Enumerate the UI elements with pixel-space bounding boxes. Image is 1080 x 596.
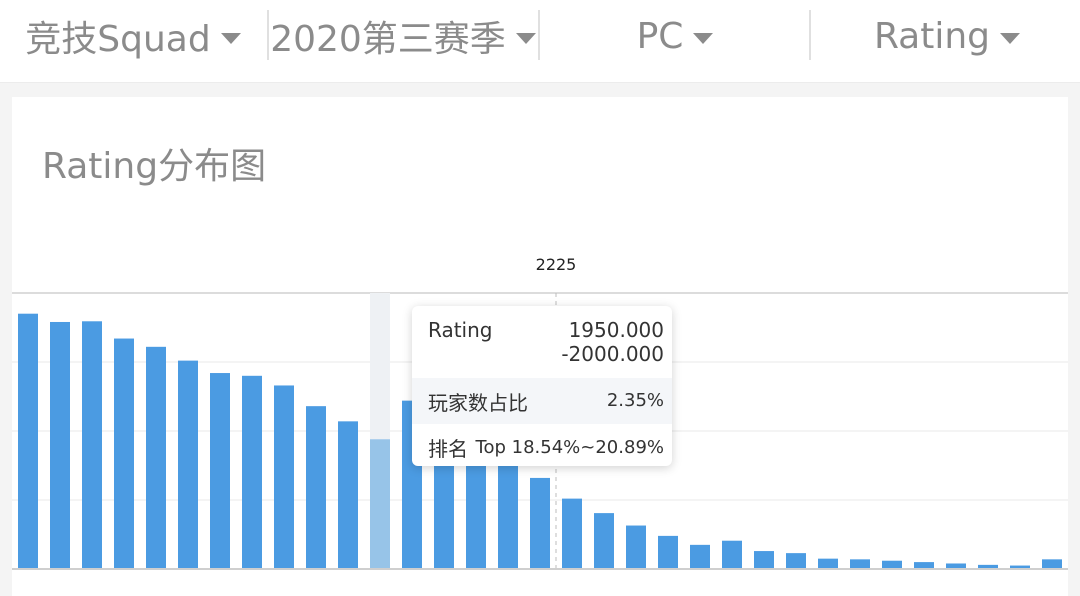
bar	[786, 553, 806, 569]
bar	[306, 406, 326, 569]
tooltip-rating-row: Rating 1950.000 -2000.000	[412, 306, 672, 378]
bar	[274, 385, 294, 569]
caret-down-icon	[220, 32, 241, 44]
bar-tooltip: Rating 1950.000 -2000.000 玩家数占比 2.35% 排名…	[412, 306, 672, 466]
bar	[1042, 559, 1062, 569]
bar	[594, 513, 614, 569]
tooltip-share-label: 玩家数占比	[428, 391, 528, 415]
filter-divider	[538, 10, 540, 60]
bar	[530, 477, 550, 569]
bar	[850, 559, 870, 569]
season-filter-dropdown[interactable]: 2020第三赛季	[270, 0, 536, 72]
caret-down-icon	[1000, 32, 1021, 44]
filter-bar: 竞技Squad 2020第三赛季 PC Rating	[0, 0, 1080, 83]
tooltip-rank-value: Top 18.54%~20.89%	[475, 437, 664, 458]
platform-filter-dropdown[interactable]: PC	[542, 0, 808, 72]
caret-down-icon	[515, 32, 536, 44]
bar	[210, 373, 230, 569]
tooltip-rating-range-end: -2000.000	[561, 342, 664, 366]
bar	[114, 338, 134, 569]
mode-filter-dropdown[interactable]: 竞技Squad	[24, 0, 242, 72]
bar	[722, 540, 742, 569]
metric-filter-dropdown[interactable]: Rating	[814, 0, 1080, 72]
marker-label: 2225	[536, 255, 577, 274]
bar	[690, 544, 710, 569]
bar	[82, 321, 102, 569]
platform-filter-label: PC	[636, 15, 684, 57]
bar	[658, 535, 678, 569]
tooltip-rating-value: 1950.000 -2000.000	[561, 318, 664, 366]
tooltip-rank-row: 排名 Top 18.54%~20.89%	[412, 424, 672, 466]
tooltip-rating-range-start: 1950.000	[568, 318, 664, 342]
mode-filter-label: 竞技Squad	[25, 19, 211, 60]
bar	[338, 421, 358, 569]
bar	[370, 439, 390, 569]
bar	[562, 498, 582, 569]
tooltip-share-value: 2.35%	[606, 390, 664, 411]
tooltip-share-row: 玩家数占比 2.35%	[412, 378, 672, 424]
bar	[626, 525, 646, 569]
bar	[146, 346, 166, 569]
bar	[882, 560, 902, 569]
bar	[818, 558, 838, 569]
bar	[18, 313, 38, 569]
bar	[242, 375, 262, 569]
metric-filter-label: Rating	[873, 15, 991, 57]
bar	[178, 360, 198, 569]
bar	[914, 562, 934, 569]
filter-divider	[267, 10, 269, 60]
tooltip-rank-label: 排名	[428, 437, 468, 461]
rating-distribution-card: Rating分布图 2225 Rating 1950.000 -2000.000…	[12, 97, 1068, 596]
filter-divider	[809, 10, 811, 60]
tooltip-rating-label: Rating	[428, 318, 493, 342]
season-filter-label: 2020第三赛季	[270, 19, 506, 60]
bar	[50, 321, 70, 569]
caret-down-icon	[693, 32, 714, 44]
bar	[754, 551, 774, 569]
